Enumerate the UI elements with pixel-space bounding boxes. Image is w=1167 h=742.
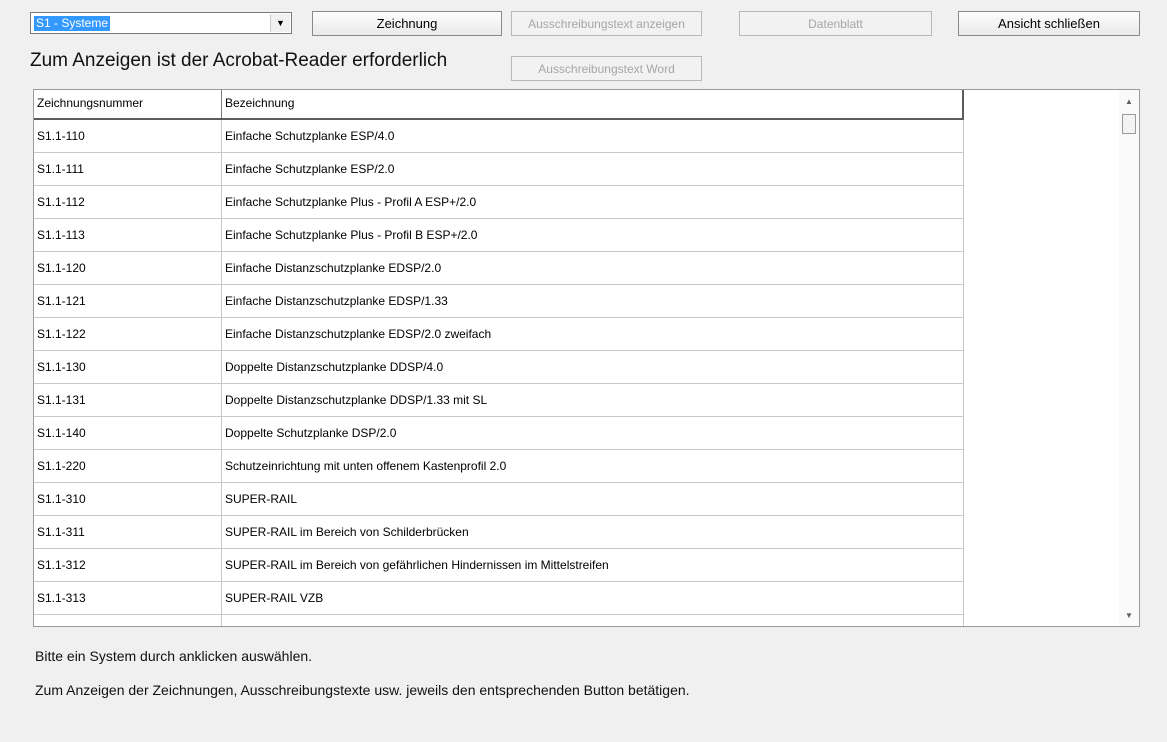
info-text-select: Bitte ein System durch anklicken auswähl… [35,648,313,664]
table-row[interactable]: S1.1-140 Doppelte Schutzplanke DSP/2.0 [34,417,964,450]
cell-zeichnungsnummer: S1.1-111 [34,153,222,185]
cell-bezeichnung: SUPER-RAIL zweifach, Mittel-/Trennstreif… [222,615,962,626]
cell-zeichnungsnummer: S1.1-313 [34,582,222,614]
ausschreibungstext-word-button[interactable]: Ausschreibungstext Word [511,56,702,81]
table-row[interactable]: S1.1-310 SUPER-RAIL [34,483,964,516]
table-row[interactable]: S1.1-121 Einfache Distanzschutzplanke EDS… [34,285,964,318]
table-row[interactable]: S1.1-113 Einfache Schutzplanke Plus - Pro… [34,219,964,252]
cell-bezeichnung: SUPER-RAIL im Bereich von gefährlichen H… [225,558,609,572]
table-row[interactable]: S1.1-320SUPER-RAIL zweifach, Mittel-/Tre… [34,615,964,626]
table-row[interactable]: S1.1-130 Doppelte Distanzschutzplanke DDS… [34,351,964,384]
system-select-value: S1 - Systeme [34,16,111,31]
cell-bezeichnung: Einfache Schutzplanke Plus - Profil B ES… [225,228,478,242]
drawing-table: Zeichnungsnummer Bezeichnung S1.1-110 Ein… [33,89,1140,627]
cell-zeichnungsnummer: S1.1-122 [34,318,222,350]
cell-zeichnungsnummer: S1.1-310 [34,483,222,515]
cell-bezeichnung: Einfache Distanzschutzplanke EDSP/1.33 [225,294,448,308]
table-row[interactable]: S1.1-111 Einfache Schutzplanke ESP/2.0 [34,153,964,186]
cell-zeichnungsnummer: S1.1-121 [34,285,222,317]
cell-zeichnungsnummer: S1.1-120 [34,252,222,284]
table-header: Zeichnungsnummer Bezeichnung [34,90,964,120]
ausschreibungstext-anzeigen-button[interactable]: Ausschreibungstext anzeigen [511,11,702,36]
table-row[interactable]: S1.1-313 SUPER-RAIL VZB [34,582,964,615]
table-row[interactable]: S1.1-220 Schutzeinrichtung mit unten offe… [34,450,964,483]
chevron-down-icon[interactable]: ▼ [270,14,290,32]
cell-bezeichnung: Einfache Schutzplanke Plus - Profil A ES… [225,195,477,209]
scroll-down-icon[interactable]: ▼ [1119,606,1139,624]
cell-zeichnungsnummer: S1.1-320 [34,615,222,626]
cell-bezeichnung: Einfache Distanzschutzplanke EDSP/2.0 [225,261,442,275]
cell-zeichnungsnummer: S1.1-312 [34,549,222,581]
table-row[interactable]: S1.1-131 Doppelte Distanzschutzplanke DDS… [34,384,964,417]
cell-zeichnungsnummer: S1.1-140 [34,417,222,449]
table-row[interactable]: S1.1-110 Einfache Schutzplanke ESP/4.0 [34,120,964,153]
table-row[interactable]: S1.1-120 Einfache Distanzschutzplanke EDS… [34,252,964,285]
page-title: Zum Anzeigen ist der Acrobat-Reader erfo… [30,50,448,71]
table-row[interactable]: S1.1-311 SUPER-RAIL im Bereich von Schild… [34,516,964,549]
cell-zeichnungsnummer: S1.1-130 [34,351,222,383]
system-select[interactable]: S1 - Systeme ▼ [30,12,292,34]
cell-bezeichnung: Schutzeinrichtung mit unten offenem Kast… [225,459,507,473]
table-row[interactable]: S1.1-122 Einfache Distanzschutzplanke EDS… [34,318,964,351]
cell-bezeichnung: SUPER-RAIL im Bereich von Schilderbrücke… [225,525,469,539]
table-body: S1.1-110 Einfache Schutzplanke ESP/4.0 S1.… [34,120,964,626]
datenblatt-button[interactable]: Datenblatt [739,11,932,36]
cell-bezeichnung: Doppelte Schutzplanke DSP/2.0 [225,426,397,440]
cell-zeichnungsnummer: S1.1-220 [34,450,222,482]
cell-zeichnungsnummer: S1.1-110 [34,120,222,152]
cell-zeichnungsnummer: S1.1-112 [34,186,222,218]
scroll-up-icon[interactable]: ▲ [1119,92,1139,110]
table-row[interactable]: S1.1-112 Einfache Schutzplanke Plus - Pro… [34,186,964,219]
scroll-thumb[interactable] [1122,114,1136,134]
cell-bezeichnung: Einfache Schutzplanke ESP/4.0 [225,129,395,143]
vertical-scrollbar[interactable]: ▲ ▼ [1119,90,1139,626]
info-text-buttons: Zum Anzeigen der Zeichnungen, Ausschreib… [35,682,690,698]
cell-zeichnungsnummer: S1.1-311 [34,516,222,548]
cell-bezeichnung: Einfache Distanzschutzplanke EDSP/2.0 zw… [225,327,492,341]
column-header-zeichnungsnummer[interactable]: Zeichnungsnummer [34,90,222,118]
cell-bezeichnung: Doppelte Distanzschutzplanke DDSP/4.0 [225,360,444,374]
cell-bezeichnung: SUPER-RAIL VZB [225,591,324,605]
zeichnung-button[interactable]: Zeichnung [312,11,502,36]
cell-bezeichnung: Doppelte Distanzschutzplanke DDSP/1.33 m… [225,393,488,407]
cell-zeichnungsnummer: S1.1-131 [34,384,222,416]
cell-bezeichnung: Einfache Schutzplanke ESP/2.0 [225,162,395,176]
column-header-bezeichnung[interactable]: Bezeichnung [222,90,962,118]
table-row[interactable]: S1.1-312 SUPER-RAIL im Bereich von gefähr… [34,549,964,582]
cell-bezeichnung: SUPER-RAIL [225,492,298,506]
table-grid: Zeichnungsnummer Bezeichnung S1.1-110 Ein… [34,90,964,626]
cell-zeichnungsnummer: S1.1-113 [34,219,222,251]
ansicht-schliessen-button[interactable]: Ansicht schließen [958,11,1140,36]
